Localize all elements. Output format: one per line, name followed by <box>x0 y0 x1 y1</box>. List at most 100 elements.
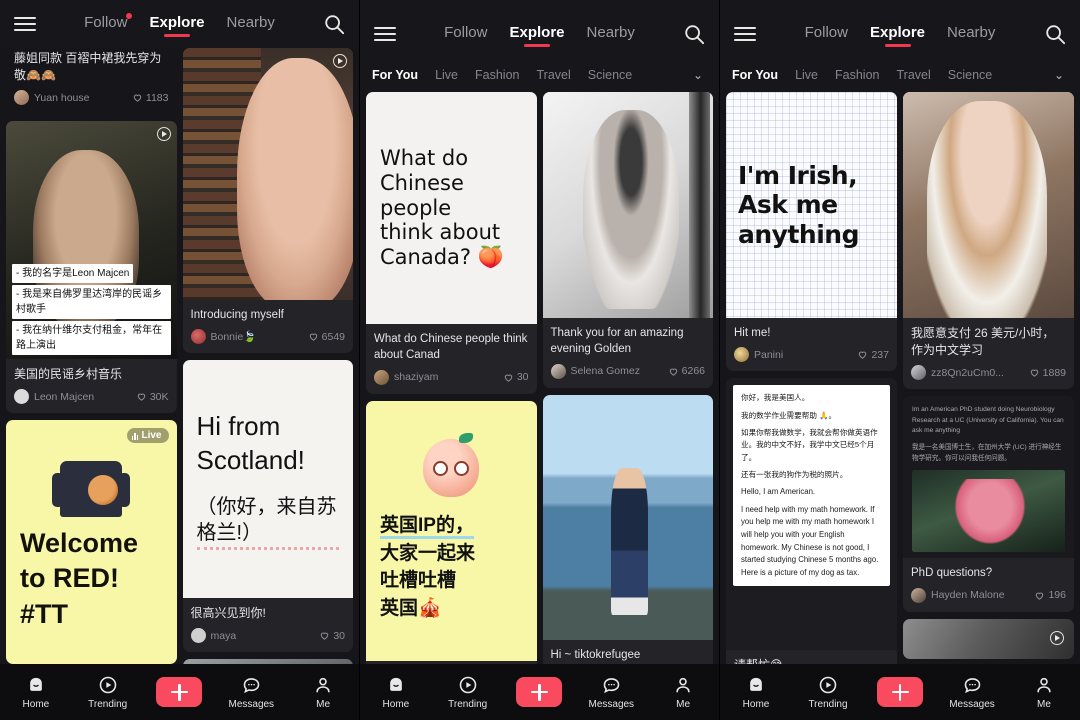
like-count[interactable]: 6266 <box>668 365 705 377</box>
nav-home[interactable]: Home <box>7 675 65 710</box>
category-fashion[interactable]: Fashion <box>475 68 519 82</box>
category-fashion[interactable]: Fashion <box>835 68 879 82</box>
hamburger-icon[interactable] <box>14 17 36 31</box>
nav-trending[interactable]: Trending <box>79 675 137 710</box>
like-count[interactable]: 6549 <box>308 331 345 343</box>
like-count[interactable]: 30 <box>503 371 529 383</box>
tab-follow[interactable]: Follow <box>84 13 133 34</box>
avatar[interactable] <box>14 389 29 405</box>
like-count[interactable]: 30K <box>136 391 169 403</box>
nav-me[interactable]: Me <box>294 675 352 710</box>
card-phd-questions[interactable]: Im an American PhD student doing Neurobi… <box>903 396 1074 612</box>
card-username[interactable]: Selena Gomez <box>571 365 668 377</box>
card-bonnie-intro[interactable]: Introducing myself Bonnie🍃 6549 <box>182 48 353 354</box>
card-username[interactable]: Leon Majcen <box>34 391 136 403</box>
avatar[interactable] <box>734 347 749 363</box>
nav-trending[interactable]: Trending <box>799 675 857 710</box>
nav-messages[interactable]: Messages <box>582 675 640 710</box>
avatar[interactable] <box>190 329 206 345</box>
card-media[interactable]: 英国IP的， 大家一起来 吐槽吐槽 英国🎪 <box>366 400 537 661</box>
hamburger-icon[interactable] <box>734 27 756 41</box>
category-live[interactable]: Live <box>795 68 818 82</box>
category-live[interactable]: Live <box>435 68 458 82</box>
card-media[interactable]: - 我的名字是Leon Majcen - 我是来自佛罗里达湾岸的民谣乡村歌手 -… <box>6 121 177 360</box>
search-icon[interactable] <box>323 13 345 35</box>
chevron-down-icon[interactable]: ⌄ <box>689 68 707 82</box>
tab-explore[interactable]: Explore <box>870 24 925 44</box>
nav-create[interactable] <box>871 677 929 707</box>
card-media[interactable] <box>542 92 713 318</box>
like-count[interactable]: 30 <box>319 630 345 642</box>
card-media[interactable] <box>542 394 713 640</box>
card-username[interactable]: Panini <box>754 349 857 361</box>
card-math-homework-help[interactable]: 你好，我是美国人。 我的数学作业需要帮助 🙏。 如果你帮我做数学，我就会帮你做英… <box>726 378 897 664</box>
card-username[interactable]: zz8Qn2uCm0... <box>931 367 1029 379</box>
plus-icon[interactable] <box>516 677 563 707</box>
nav-home[interactable]: Home <box>367 675 425 710</box>
card-uk-ip-rant[interactable]: 英国IP的， 大家一起来 吐槽吐槽 英国🎪 英国IP的，大家一起来吐 <box>366 400 537 664</box>
card-leon-majcen[interactable]: - 我的名字是Leon Majcen - 我是来自佛罗里达湾岸的民谣乡村歌手 -… <box>6 121 177 414</box>
card-media[interactable]: Hi from Scotland! （你好，来自苏格兰!） <box>182 360 353 599</box>
tab-explore[interactable]: Explore <box>509 24 564 44</box>
chevron-down-icon[interactable]: ⌄ <box>1050 68 1068 82</box>
tab-nearby[interactable]: Nearby <box>587 24 635 44</box>
card-media[interactable] <box>903 618 1074 659</box>
card-selena-gomez[interactable]: Thank you for an amazing evening Golden … <box>542 92 713 388</box>
category-for-you[interactable]: For You <box>732 68 778 82</box>
tab-follow[interactable]: Follow <box>444 24 487 44</box>
nav-me[interactable]: Me <box>654 675 712 710</box>
card-im-irish[interactable]: I'm Irish, Ask me anything Hit me! Panin… <box>726 92 897 372</box>
feed-grid-right[interactable]: I'm Irish, Ask me anything Hit me! Panin… <box>720 92 1080 664</box>
search-icon[interactable] <box>1044 23 1066 45</box>
avatar[interactable] <box>911 365 926 381</box>
card-hi-from-scotland[interactable]: Hi from Scotland! （你好，来自苏格兰!） 很高兴见到你! ma… <box>182 360 353 653</box>
card-media[interactable]: What do Chinese people think about Canad… <box>366 92 537 324</box>
card-yuan-house[interactable]: 藤姐同款 百褶中裙我先穿为敬🙈🙈 Yuan house 1183 <box>6 48 177 115</box>
avatar[interactable] <box>550 363 566 379</box>
feed-grid-left[interactable]: 藤姐同款 百褶中裙我先穿为敬🙈🙈 Yuan house 1183 - 我的名字是… <box>0 48 359 664</box>
nav-messages[interactable]: Messages <box>943 675 1001 710</box>
category-science[interactable]: Science <box>588 68 632 82</box>
category-science[interactable]: Science <box>948 68 992 82</box>
like-count[interactable]: 1183 <box>132 92 169 104</box>
nav-home[interactable]: Home <box>727 675 785 710</box>
card-chinese-canada[interactable]: What do Chinese people think about Canad… <box>366 92 537 394</box>
like-count[interactable]: 1889 <box>1029 367 1066 379</box>
like-count[interactable]: 196 <box>1034 589 1066 601</box>
nav-messages[interactable]: Messages <box>222 675 280 710</box>
feed-grid-middle[interactable]: What do Chinese people think about Canad… <box>360 92 719 664</box>
like-count[interactable]: 237 <box>857 349 889 361</box>
card-tiktokrefugee[interactable]: Hi ~ tiktokrefugee <box>542 394 713 664</box>
avatar[interactable] <box>190 628 206 644</box>
card-username[interactable]: Yuan house <box>34 92 132 104</box>
nav-me[interactable]: Me <box>1015 675 1073 710</box>
category-travel[interactable]: Travel <box>537 68 571 82</box>
card-media[interactable]: I'm Irish, Ask me anything <box>726 92 897 318</box>
category-tab-row[interactable]: For You Live Fashion Travel Science ⌄ <box>720 58 1080 92</box>
category-for-you[interactable]: For You <box>372 68 418 82</box>
tab-explore[interactable]: Explore <box>149 14 204 34</box>
card-blurred-video[interactable] <box>903 618 1074 659</box>
tab-nearby[interactable]: Nearby <box>227 14 275 34</box>
tab-follow[interactable]: Follow <box>805 24 848 44</box>
card-media[interactable]: Im an American PhD student doing Neurobi… <box>903 396 1074 559</box>
search-icon[interactable] <box>683 23 705 45</box>
nav-create[interactable] <box>510 677 568 707</box>
card-username[interactable]: maya <box>211 630 320 642</box>
card-username[interactable]: shaziyam <box>394 371 503 383</box>
tab-nearby[interactable]: Nearby <box>947 24 995 44</box>
hamburger-icon[interactable] <box>374 27 396 41</box>
card-media[interactable] <box>903 92 1074 318</box>
avatar[interactable] <box>14 90 29 106</box>
plus-icon[interactable] <box>156 677 203 707</box>
card-welcome-red[interactable]: Live Welcome to RED! #TT <box>6 420 177 664</box>
plus-icon[interactable] <box>877 677 923 707</box>
nav-trending[interactable]: Trending <box>439 675 497 710</box>
card-username[interactable]: Hayden Malone <box>931 589 1034 601</box>
avatar[interactable] <box>911 587 926 603</box>
card-media[interactable]: 你好，我是美国人。 我的数学作业需要帮助 🙏。 如果你帮我做数学，我就会帮你做英… <box>726 378 897 651</box>
avatar[interactable] <box>374 369 389 385</box>
category-travel[interactable]: Travel <box>897 68 931 82</box>
card-media[interactable] <box>182 48 353 300</box>
card-username[interactable]: Bonnie🍃 <box>211 330 308 343</box>
